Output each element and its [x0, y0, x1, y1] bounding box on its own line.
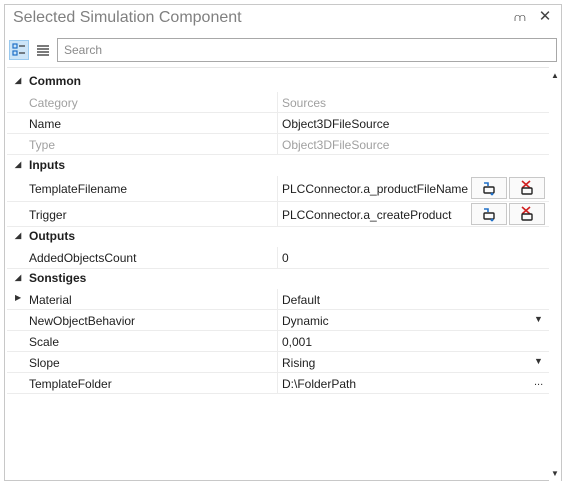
property-grid: ◢ Common Category Sources Name Object3DF… — [7, 67, 549, 481]
category-sonstiges[interactable]: ◢ Sonstiges — [7, 271, 549, 287]
close-icon[interactable]: ✕ — [537, 8, 553, 26]
property-name: Category — [29, 96, 78, 110]
category-outputs[interactable]: ◢ Outputs — [7, 229, 549, 245]
property-row-type: Type Object3DFileSource — [7, 134, 549, 155]
property-value[interactable]: PLCConnector.a_productFileName — [282, 182, 468, 196]
property-value: Object3DFileSource — [282, 138, 390, 152]
category-label: Common — [29, 74, 81, 88]
vertical-scrollbar[interactable]: ▲ ▼ — [549, 67, 561, 481]
collapse-triangle-icon[interactable]: ◢ — [15, 76, 21, 85]
search-input[interactable] — [57, 38, 557, 62]
property-row-category: Category Sources — [7, 92, 549, 113]
disconnect-signal-icon — [521, 206, 533, 221]
property-name: Trigger — [29, 208, 67, 222]
dropdown-arrow-icon[interactable]: ▼ — [534, 356, 543, 366]
property-name: TemplateFolder — [29, 377, 112, 391]
property-value[interactable]: Object3DFileSource — [282, 117, 389, 131]
pin-icon[interactable]: ⩋ — [513, 9, 527, 27]
property-value[interactable]: D:\FolderPath — [282, 377, 356, 391]
property-name: Scale — [29, 335, 60, 349]
categorized-view-button[interactable] — [9, 40, 29, 60]
property-row-trigger[interactable]: Trigger PLCConnector.a_createProduct — [7, 202, 549, 227]
property-row-material[interactable]: ▶ Material Default — [7, 289, 549, 310]
disconnect-signal-button[interactable] — [509, 203, 545, 225]
browse-ellipsis-button[interactable]: ... — [534, 376, 543, 388]
property-value: Sources — [282, 96, 327, 110]
disconnect-signal-icon — [521, 180, 533, 195]
dropdown-value[interactable]: Dynamic — [282, 314, 329, 328]
category-label: Sonstiges — [29, 271, 87, 285]
property-value[interactable]: PLCConnector.a_createProduct — [282, 208, 451, 222]
property-row-slope[interactable]: Slope Rising ▼ — [7, 352, 549, 373]
property-row-template-filename[interactable]: TemplateFilename PLCConnector.a_productF… — [7, 176, 549, 202]
expand-triangle-icon[interactable]: ▶ — [15, 293, 21, 302]
collapse-triangle-icon[interactable]: ◢ — [15, 231, 21, 240]
property-value[interactable]: 0 — [282, 251, 289, 265]
toolbar — [5, 37, 561, 65]
dropdown-arrow-icon[interactable]: ▼ — [534, 314, 543, 324]
category-label: Outputs — [29, 229, 75, 243]
collapse-triangle-icon[interactable]: ◢ — [15, 160, 21, 169]
property-name: Material — [29, 293, 72, 307]
scroll-up-icon[interactable]: ▲ — [549, 69, 561, 83]
category-common[interactable]: ◢ Common — [7, 74, 549, 90]
property-row-scale[interactable]: Scale 0,001 — [7, 331, 549, 352]
property-value[interactable]: Default — [282, 293, 320, 307]
property-name: TemplateFilename — [29, 182, 128, 196]
property-row-new-object-behavior[interactable]: NewObjectBehavior Dynamic ▼ — [7, 310, 549, 331]
connect-signal-icon — [483, 208, 495, 222]
property-row-added-objects-count[interactable]: AddedObjectsCount 0 — [7, 247, 549, 269]
alphabetical-view-icon — [37, 45, 49, 56]
categorized-view-icon — [12, 43, 25, 56]
connect-signal-button[interactable] — [471, 203, 507, 225]
alphabetical-view-button[interactable] — [33, 40, 53, 60]
properties-panel: Selected Simulation Component ⩋ ✕ ◢ — [4, 4, 562, 481]
collapse-triangle-icon[interactable]: ◢ — [15, 273, 21, 282]
property-name: Type — [29, 138, 56, 152]
property-row-template-folder[interactable]: TemplateFolder D:\FolderPath ... — [7, 373, 549, 394]
scroll-down-icon[interactable]: ▼ — [549, 467, 561, 481]
property-name: Name — [29, 117, 62, 131]
category-label: Inputs — [29, 158, 65, 172]
property-value[interactable]: 0,001 — [282, 335, 312, 349]
category-inputs[interactable]: ◢ Inputs — [7, 158, 549, 174]
connect-signal-icon — [483, 182, 495, 196]
panel-title: Selected Simulation Component — [13, 9, 242, 26]
connect-signal-button[interactable] — [471, 177, 507, 199]
property-name: NewObjectBehavior — [29, 314, 136, 328]
property-name: Slope — [29, 356, 60, 370]
disconnect-signal-button[interactable] — [509, 177, 545, 199]
title-bar: Selected Simulation Component ⩋ ✕ — [5, 5, 561, 33]
dropdown-value[interactable]: Rising — [282, 356, 315, 370]
property-row-name[interactable]: Name Object3DFileSource — [7, 113, 549, 134]
property-name: AddedObjectsCount — [29, 251, 137, 265]
